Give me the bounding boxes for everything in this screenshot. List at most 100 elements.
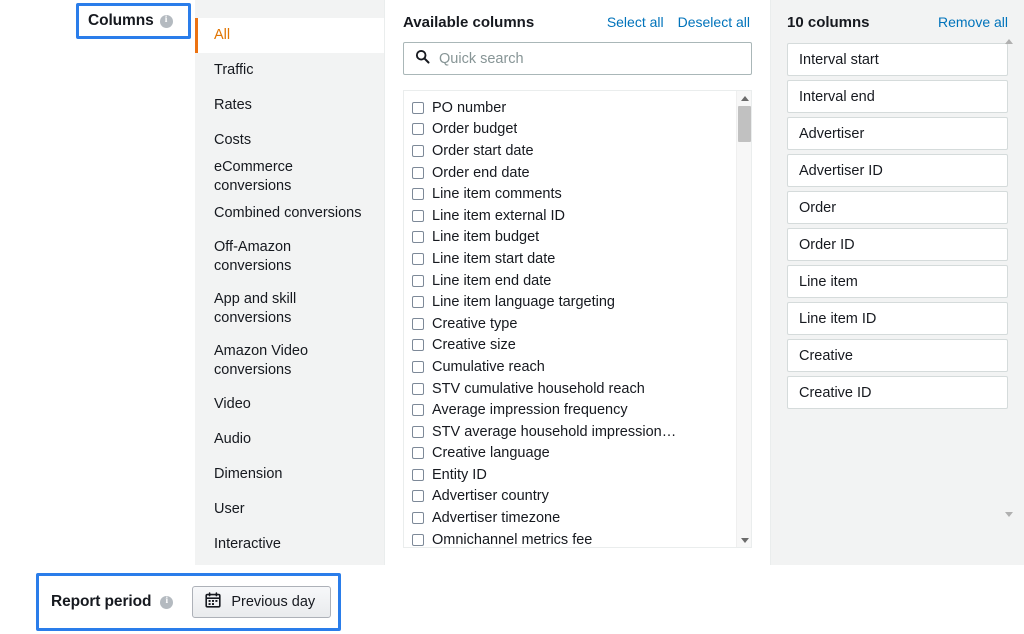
checkbox[interactable] xyxy=(412,209,424,222)
selected-column-item[interactable]: Line item xyxy=(787,265,1008,298)
available-columns-list-inner: PO number Order budget Order start date … xyxy=(404,91,751,547)
list-item[interactable]: STV average household impression… xyxy=(412,421,751,443)
remove-all-link[interactable]: Remove all xyxy=(938,14,1008,30)
checkbox[interactable] xyxy=(412,231,424,244)
list-item-label: Line item end date xyxy=(432,272,552,289)
scroll-down-icon[interactable] xyxy=(737,533,751,547)
checkbox[interactable] xyxy=(412,404,424,417)
available-columns-list: PO number Order budget Order start date … xyxy=(403,90,752,548)
selected-column-item[interactable]: Interval start xyxy=(787,43,1008,76)
list-item[interactable]: Cumulative reach xyxy=(412,356,751,378)
info-icon[interactable]: i xyxy=(159,14,173,28)
sidebar-item-all[interactable]: All xyxy=(195,18,384,53)
selected-column-label: Interval end xyxy=(799,88,875,105)
available-columns-actions: Select all Deselect all xyxy=(607,14,750,30)
checkbox[interactable] xyxy=(412,425,424,438)
selected-column-item[interactable]: Order ID xyxy=(787,228,1008,261)
available-columns-title: Available columns xyxy=(403,14,535,31)
checkbox[interactable] xyxy=(412,166,424,179)
sidebar-item-dimension[interactable]: Dimension xyxy=(195,457,384,492)
sidebar-item-user[interactable]: User xyxy=(195,492,384,527)
checkbox[interactable] xyxy=(412,123,424,136)
checkbox[interactable] xyxy=(412,101,424,114)
scroll-up-icon[interactable] xyxy=(737,91,751,105)
sidebar-item-label: App and skill conversions xyxy=(214,291,297,327)
available-columns-header: Available columns Select all Deselect al… xyxy=(403,14,752,31)
report-period-button[interactable]: Previous day xyxy=(192,586,332,618)
sidebar-item-label: Traffic xyxy=(214,61,254,78)
list-item[interactable]: Line item language targeting xyxy=(412,291,751,313)
available-columns-scrollbar[interactable] xyxy=(736,91,751,547)
list-item-label: Creative type xyxy=(432,315,518,332)
sidebar-item-rates[interactable]: Rates xyxy=(195,88,384,123)
sidebar-item-interactive[interactable]: Interactive xyxy=(195,527,384,562)
list-item[interactable]: Creative language xyxy=(412,443,751,465)
deselect-all-link[interactable]: Deselect all xyxy=(678,14,750,30)
checkbox[interactable] xyxy=(412,274,424,287)
list-item[interactable]: Advertiser country xyxy=(412,486,751,508)
selected-column-label: Advertiser ID xyxy=(799,162,883,179)
checkbox[interactable] xyxy=(412,490,424,503)
checkbox[interactable] xyxy=(412,144,424,157)
sidebar-item-ecommerce-conversions[interactable]: eCommerce conversions xyxy=(195,158,384,196)
checkbox[interactable] xyxy=(412,468,424,481)
list-item[interactable]: STV cumulative household reach xyxy=(412,378,751,400)
checkbox[interactable] xyxy=(412,360,424,373)
scroll-up-icon[interactable] xyxy=(1002,35,1016,47)
selected-columns-list: Interval start Interval end Advertiser A… xyxy=(787,38,1013,409)
selected-column-item[interactable]: Line item ID xyxy=(787,302,1008,335)
list-item[interactable]: Line item external ID xyxy=(412,205,751,227)
report-period-label: Report period xyxy=(51,593,152,610)
checkbox[interactable] xyxy=(412,533,424,546)
selected-column-item[interactable]: Advertiser xyxy=(787,117,1008,150)
list-item[interactable]: Creative type xyxy=(412,313,751,335)
sidebar-item-app-and-skill-conversions[interactable]: App and skill conversions xyxy=(195,283,384,335)
info-icon[interactable]: i xyxy=(160,595,174,609)
list-item-label: Creative size xyxy=(432,337,516,354)
category-nav: All Traffic Rates Costs eCommerce conver… xyxy=(195,0,385,565)
selected-columns-pane: 10 columns Remove all Interval start Int… xyxy=(770,0,1024,565)
sidebar-item-traffic[interactable]: Traffic xyxy=(195,53,384,88)
list-item[interactable]: Omnichannel metrics fee xyxy=(412,529,751,547)
list-item-label: Cumulative reach xyxy=(432,358,545,375)
list-item[interactable]: Advertiser timezone xyxy=(412,507,751,529)
selected-column-label: Order xyxy=(799,199,837,216)
checkbox[interactable] xyxy=(412,252,424,265)
checkbox[interactable] xyxy=(412,339,424,352)
list-item[interactable]: Line item end date xyxy=(412,270,751,292)
list-item-label: Line item external ID xyxy=(432,207,565,224)
sidebar-item-off-amazon-conversions[interactable]: Off-Amazon conversions xyxy=(195,231,384,283)
sidebar-item-video[interactable]: Video xyxy=(195,387,384,422)
checkbox[interactable] xyxy=(412,512,424,525)
checkbox[interactable] xyxy=(412,447,424,460)
list-item[interactable]: Line item budget xyxy=(412,227,751,249)
selected-column-item[interactable]: Creative ID xyxy=(787,376,1008,409)
sidebar-item-combined-conversions[interactable]: Combined conversions xyxy=(195,196,384,231)
list-item[interactable]: Creative size xyxy=(412,335,751,357)
quick-search-field[interactable]: Quick search xyxy=(403,42,752,75)
sidebar-item-amazon-video-conversions[interactable]: Amazon Video conversions xyxy=(195,335,384,387)
selected-column-item[interactable]: Creative xyxy=(787,339,1008,372)
checkbox[interactable] xyxy=(412,317,424,330)
selected-column-item[interactable]: Interval end xyxy=(787,80,1008,113)
scroll-down-icon[interactable] xyxy=(1002,508,1016,520)
checkbox[interactable] xyxy=(412,188,424,201)
list-item[interactable]: Order end date xyxy=(412,162,751,184)
list-item[interactable]: PO number xyxy=(412,97,751,119)
sidebar-item-label: Rates xyxy=(214,96,252,113)
scrollbar-thumb[interactable] xyxy=(738,106,751,142)
list-item[interactable]: Entity ID xyxy=(412,464,751,486)
list-item[interactable]: Average impression frequency xyxy=(412,399,751,421)
list-item[interactable]: Order budget xyxy=(412,119,751,141)
sidebar-item-audio[interactable]: Audio xyxy=(195,422,384,457)
selected-column-item[interactable]: Advertiser ID xyxy=(787,154,1008,187)
list-item[interactable]: Line item start date xyxy=(412,248,751,270)
list-item[interactable]: Order start date xyxy=(412,140,751,162)
checkbox[interactable] xyxy=(412,382,424,395)
checkbox[interactable] xyxy=(412,296,424,309)
selected-column-item[interactable]: Order xyxy=(787,191,1008,224)
sidebar-item-costs[interactable]: Costs xyxy=(195,123,384,158)
list-item-label: Creative language xyxy=(432,445,550,462)
select-all-link[interactable]: Select all xyxy=(607,14,664,30)
list-item[interactable]: Line item comments xyxy=(412,183,751,205)
